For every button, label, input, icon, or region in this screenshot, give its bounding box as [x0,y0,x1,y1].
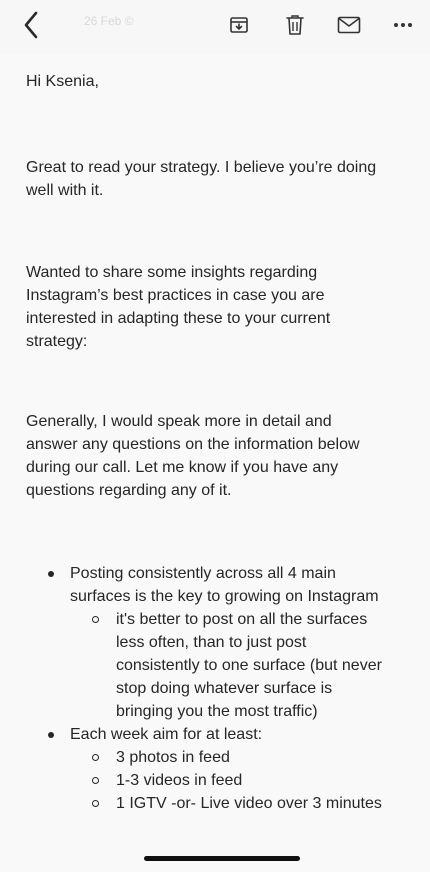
trash-icon [286,15,304,35]
bullet-ring [92,616,99,623]
bullet-list: Posting consistently across all 4 main s… [26,562,386,815]
archive-button[interactable] [222,8,256,42]
chevron-left-icon [24,11,38,39]
sub-list-item: 3 photos in feed [70,746,386,769]
email-paragraph: Generally, I would speak more in detail … [26,413,360,499]
bullet-ring [92,800,99,807]
toolbar: 26 Feb © [0,0,430,55]
email-paragraph: Wanted to share some insights regarding … [26,264,331,350]
bullet-ring [92,754,99,761]
sub-list-item-text: 1 IGTV -or- Live video over 3 minutes [116,795,382,812]
list-item-text: Each week aim for at least: [70,726,263,743]
more-horizontal-icon [394,23,412,27]
home-indicator[interactable] [144,856,300,861]
sub-list-item-text: 3 photos in feed [116,749,230,766]
mail-button[interactable] [330,8,368,42]
bullet-dot [48,571,54,577]
back-button[interactable] [14,8,48,42]
delete-button[interactable] [278,8,312,42]
sub-list-item-text: 1-3 videos in feed [116,772,243,789]
email-screen: 26 Feb © Hi Ksenia, Great to read your s… [0,0,430,872]
more-button[interactable] [386,8,420,42]
sub-list-item: 1 IGTV -or- Live video over 3 minutes [70,792,386,815]
sub-list: it's better to post on all the surfaces … [70,608,386,723]
sub-list-item: 1-3 videos in feed [70,769,386,792]
list-item: Each week aim for at least: 3 photos in … [26,723,386,815]
bullet-dot [48,732,54,738]
email-body: Hi Ksenia, Great to read your strategy. … [0,54,430,872]
email-greeting: Hi Ksenia, [26,73,99,90]
archive-icon [230,17,248,33]
sub-list: 3 photos in feed 1-3 videos in feed 1 IG… [70,746,386,815]
sub-list-item: it's better to post on all the surfaces … [70,608,386,723]
bullet-ring [92,777,99,784]
envelope-icon [337,16,361,34]
faded-label: 26 Feb © [84,14,134,28]
list-item: Posting consistently across all 4 main s… [26,562,386,723]
list-item-text: Posting consistently across all 4 main s… [70,565,379,605]
email-paragraph: Great to read your strategy. I believe y… [26,159,377,199]
sub-list-item-text: it's better to post on all the surfaces … [116,611,382,720]
